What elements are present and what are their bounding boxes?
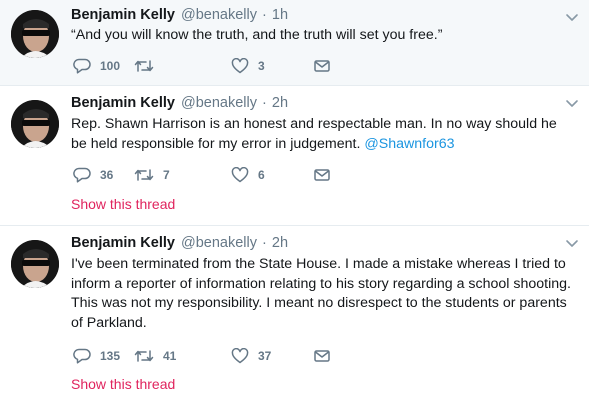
like-count: 37 <box>258 349 272 363</box>
reply-count: 36 <box>100 168 114 182</box>
separator: · <box>262 235 267 251</box>
like-button[interactable]: 37 <box>231 346 271 366</box>
tweet-body: I've been terminated from the State Hous… <box>71 256 571 331</box>
show-thread-link[interactable]: Show this thread <box>71 376 175 392</box>
tweet-text: I've been terminated from the State Hous… <box>71 255 576 333</box>
retweet-icon <box>134 58 154 74</box>
author-name[interactable]: Benjamin Kelly <box>71 7 175 23</box>
reply-icon <box>73 58 91 74</box>
retweet-button[interactable] <box>134 56 163 76</box>
tweet-actions: 100 3 <box>71 56 371 76</box>
message-button[interactable] <box>313 165 331 185</box>
tweet-body: “And you will know the truth, and the tr… <box>71 27 443 43</box>
reply-button[interactable]: 135 <box>73 346 120 366</box>
retweet-button[interactable]: 7 <box>134 165 170 185</box>
separator: · <box>262 95 267 111</box>
like-icon <box>231 167 249 183</box>
retweet-count: 41 <box>163 349 177 363</box>
message-button[interactable] <box>313 346 331 366</box>
tweet[interactable]: Benjamin Kelly @benakelly · 1h “And you … <box>0 0 589 86</box>
like-button[interactable]: 3 <box>231 56 265 76</box>
reply-icon <box>73 348 91 364</box>
tweet-actions: 135 41 37 <box>71 346 371 366</box>
caret-down-icon[interactable] <box>565 96 579 107</box>
reply-count: 135 <box>100 349 121 363</box>
timeline: Benjamin Kelly @benakelly · 1h “And you … <box>0 0 589 404</box>
reply-button[interactable]: 36 <box>73 165 113 185</box>
avatar[interactable] <box>11 100 59 148</box>
retweet-count: 7 <box>163 168 170 182</box>
reply-count: 100 <box>100 59 121 73</box>
tweet-text: “And you will know the truth, and the tr… <box>71 26 576 46</box>
author-name[interactable]: Benjamin Kelly <box>71 95 175 111</box>
timestamp[interactable]: 2h <box>272 95 288 111</box>
tweet[interactable]: Benjamin Kelly @benakelly · 2h I've been… <box>0 226 589 404</box>
tweet-header: Benjamin Kelly @benakelly · 2h <box>71 95 288 111</box>
caret-down-icon[interactable] <box>565 10 579 21</box>
separator: · <box>262 7 267 23</box>
message-button[interactable] <box>313 56 331 76</box>
mention-link[interactable]: @Shawnfor63 <box>364 136 454 152</box>
reply-button[interactable]: 100 <box>73 56 120 76</box>
avatar[interactable] <box>11 240 59 288</box>
author-handle[interactable]: @benakelly <box>181 235 257 251</box>
retweet-button[interactable]: 41 <box>134 346 176 366</box>
author-handle[interactable]: @benakelly <box>181 7 257 23</box>
timestamp[interactable]: 1h <box>272 7 288 23</box>
like-count: 6 <box>258 168 265 182</box>
retweet-icon <box>134 167 154 183</box>
author-name[interactable]: Benjamin Kelly <box>71 235 175 251</box>
show-thread-link[interactable]: Show this thread <box>71 196 175 212</box>
like-icon <box>231 58 249 74</box>
like-icon <box>231 348 249 364</box>
reply-icon <box>73 167 91 183</box>
tweet-body: Rep. Shawn Harrison is an honest and res… <box>71 116 557 152</box>
like-count: 3 <box>258 59 265 73</box>
tweet-actions: 36 7 6 <box>71 165 371 185</box>
like-button[interactable]: 6 <box>231 165 265 185</box>
tweet-header: Benjamin Kelly @benakelly · 2h <box>71 235 288 251</box>
tweet-header: Benjamin Kelly @benakelly · 1h <box>71 7 288 23</box>
timestamp[interactable]: 2h <box>272 235 288 251</box>
message-icon <box>313 58 331 74</box>
tweet-text: Rep. Shawn Harrison is an honest and res… <box>71 115 576 154</box>
avatar[interactable] <box>11 10 59 58</box>
author-handle[interactable]: @benakelly <box>181 95 257 111</box>
message-icon <box>313 167 331 183</box>
caret-down-icon[interactable] <box>565 236 579 247</box>
tweet[interactable]: Benjamin Kelly @benakelly · 2h Rep. Shaw… <box>0 86 589 226</box>
retweet-icon <box>134 348 154 364</box>
message-icon <box>313 348 331 364</box>
